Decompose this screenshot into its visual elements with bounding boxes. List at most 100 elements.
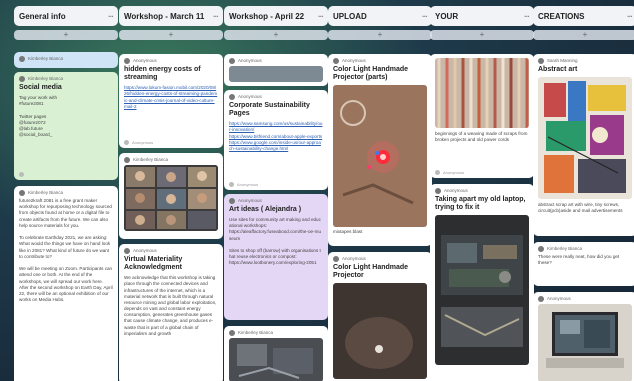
- add-post-button[interactable]: +: [119, 30, 223, 40]
- padlet-board: General info ··· + Kimberley Bianca Kimb…: [0, 0, 634, 381]
- column-header[interactable]: UPLOAD ···: [328, 6, 432, 26]
- laptop-screen-image[interactable]: [538, 304, 632, 381]
- column-upload: UPLOAD ··· + Anonymous Color Light Handm…: [328, 6, 432, 381]
- post-card-intro[interactable]: Kimberley Bianca future2kraft 2081 is a …: [14, 186, 118, 381]
- column-title: YOUR: [435, 11, 459, 21]
- post-card-corporate-sustainability[interactable]: Anonymous Corporate Sustainability Pages…: [224, 90, 328, 190]
- post-image[interactable]: [229, 66, 323, 83]
- comment-card[interactable]: Kimberley Bianca These were really neat,…: [533, 242, 634, 286]
- post-card-energy-costs[interactable]: Anonymous hidden energy costs of streami…: [119, 54, 223, 148]
- avatar: [538, 246, 544, 253]
- avatar: [19, 76, 25, 83]
- add-post-button[interactable]: +: [430, 30, 534, 40]
- column-menu-icon[interactable]: ···: [108, 12, 114, 21]
- column-title: Workshop - March 11: [124, 11, 205, 21]
- card-author: Anonymous: [124, 58, 218, 65]
- column-general-info: General info ··· + Kimberley Bianca Kimb…: [14, 6, 118, 381]
- card-title: Social media: [19, 84, 62, 92]
- card-footer: Anonymous: [229, 182, 258, 187]
- comment-icon[interactable]: [19, 172, 24, 177]
- avatar: [124, 157, 130, 164]
- abstract-art-image[interactable]: [538, 77, 632, 200]
- laptop-image[interactable]: [435, 215, 529, 366]
- comment-text: These were really neat, how did you get …: [538, 254, 620, 266]
- card-author: Anonymous: [333, 58, 427, 65]
- card-link[interactable]: https://www.lokum-fasion.mobil.com/2020/…: [124, 85, 218, 110]
- card-title: Color Light Handmade Projector (parts): [333, 66, 409, 82]
- avatar: [124, 139, 129, 145]
- column-header[interactable]: YOUR ···: [430, 6, 534, 26]
- avatar: [229, 198, 235, 205]
- card-body: future2kraft 2081 is a free grant maker …: [19, 198, 113, 303]
- post-card-projector-parts[interactable]: Anonymous Color Light Handmade Projector…: [328, 54, 432, 246]
- card-title: hidden energy costs of streaming: [124, 66, 201, 82]
- card-caption: mixtapes blast: [333, 229, 363, 235]
- zoom-screenshot-image[interactable]: [124, 165, 218, 232]
- post-image[interactable]: [229, 338, 323, 381]
- post-card-projector[interactable]: Anonymous Color Light Handmade Projector: [328, 252, 432, 381]
- pinned-card[interactable]: Kimberley Bianca: [14, 52, 118, 68]
- avatar: [333, 256, 339, 263]
- avatar: [333, 58, 339, 65]
- column-header[interactable]: Workshop - March 11 ···: [119, 6, 223, 26]
- post-card-social-media[interactable]: Kimberley Bianca Social media Tag your w…: [14, 72, 118, 180]
- avatar: [229, 181, 234, 187]
- avatar: [435, 188, 441, 195]
- column-workshop-march: Workshop - March 11 ··· + Anonymous hidd…: [119, 6, 223, 381]
- avatar: [19, 190, 25, 197]
- column-title: CREATIONS: [538, 11, 585, 21]
- weaving-image[interactable]: [435, 58, 529, 128]
- column-menu-icon[interactable]: ···: [213, 12, 219, 21]
- column-header[interactable]: Workshop - April 22 ···: [224, 6, 328, 26]
- post-card-zoom-screenshot[interactable]: Kimberley Bianca: [119, 153, 223, 239]
- post-card-image-top[interactable]: Anonymous: [224, 54, 328, 86]
- card-title: Corporate Sustainability Pages: [229, 102, 310, 118]
- post-card-laptop-screen[interactable]: Anonymous: [533, 292, 634, 381]
- post-card-virtual-materiality[interactable]: Anonymous Virtual Materiality Acknowledg…: [119, 244, 223, 381]
- card-footer: Anonymous: [124, 140, 153, 145]
- card-link[interactable]: https://www.samsung.com/us/sustainabilit…: [229, 121, 323, 152]
- avatar: [19, 56, 25, 63]
- card-footer: Anonymous: [435, 170, 464, 175]
- column-workshop-april: Workshop - April 22 ··· + Anonymous Anon…: [224, 6, 328, 381]
- card-author: Kimberley Bianca: [19, 76, 113, 83]
- card-body: Tag your work with #future2081 Twitter p…: [19, 95, 58, 138]
- post-card-abstract-art[interactable]: Sarah Manning Abstract art abstract scra…: [533, 54, 634, 236]
- column-menu-icon[interactable]: ···: [627, 12, 633, 21]
- card-author: Anonymous: [333, 256, 427, 263]
- projector-parts-image[interactable]: [333, 85, 427, 228]
- column-title: General info: [19, 11, 66, 21]
- card-author: Anonymous: [538, 296, 632, 303]
- avatar: [124, 248, 130, 255]
- projector-image[interactable]: [333, 283, 427, 380]
- card-author: Kimberley Bianca: [229, 330, 323, 337]
- card-author: Kimberley Bianca: [124, 157, 218, 164]
- add-post-button[interactable]: +: [328, 30, 432, 40]
- card-author: Anonymous: [229, 58, 323, 65]
- column-menu-icon[interactable]: ···: [524, 12, 530, 21]
- column-title: UPLOAD: [333, 11, 367, 21]
- column-header[interactable]: General info ···: [14, 6, 118, 26]
- post-card-weaving[interactable]: beginnings of a weaving made of scraps f…: [430, 54, 534, 178]
- post-card-art-ideas[interactable]: Anonymous Art ideas ( Alejandra ) Use si…: [224, 194, 328, 320]
- post-card-photo[interactable]: Kimberley Bianca: [224, 326, 328, 381]
- column-menu-icon[interactable]: ···: [318, 12, 324, 21]
- card-body: Use sites for community art making and e…: [229, 217, 322, 266]
- add-post-button[interactable]: +: [224, 30, 328, 40]
- card-title: Abstract art: [538, 66, 578, 74]
- add-post-button[interactable]: +: [533, 30, 634, 40]
- column-menu-icon[interactable]: ···: [422, 12, 428, 21]
- add-post-button[interactable]: +: [14, 30, 118, 40]
- avatar: [229, 58, 235, 65]
- card-body: beginnings of a weaving made of scraps f…: [435, 131, 528, 143]
- avatar: [538, 296, 544, 303]
- card-title: Color Light Handmade Projector: [333, 264, 409, 280]
- card-author: Anonymous: [229, 198, 323, 205]
- column-header[interactable]: CREATIONS ···: [533, 6, 634, 26]
- card-author: Kimberley Bianca: [19, 56, 113, 63]
- column-your: YOUR ··· + beginnings of a weaving made …: [430, 6, 534, 381]
- card-author: Sarah Manning: [538, 58, 632, 65]
- card-title: Virtual Materiality Acknowledgment: [124, 256, 183, 272]
- card-author: Kimberley Bianca: [538, 246, 632, 253]
- post-card-laptop[interactable]: Anonymous Taking apart my old laptop, tr…: [430, 184, 534, 381]
